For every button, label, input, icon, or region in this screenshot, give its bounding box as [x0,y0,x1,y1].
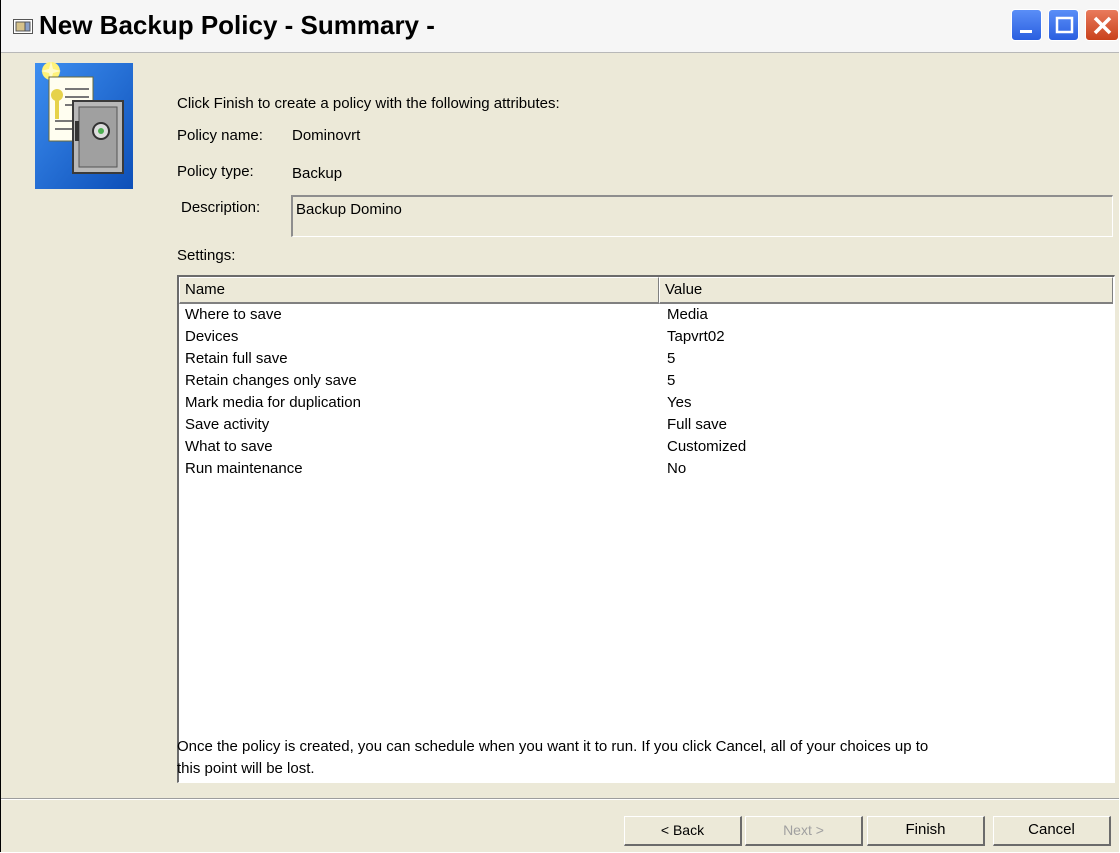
table-header: Name Value [179,277,1113,304]
maximize-button[interactable] [1048,9,1079,41]
wizard-body: Click Finish to create a policy with the… [1,53,1119,798]
description-field: Backup Domino [291,195,1113,237]
minimize-button[interactable] [1011,9,1042,41]
table-row[interactable]: Where to save Media [179,306,1113,328]
setting-name-cell: Devices [185,328,239,345]
table-row[interactable]: Run maintenance No [179,460,1113,482]
back-button[interactable]: < Back [624,816,742,846]
setting-value-cell: No [667,460,687,477]
description-label: Description: [181,199,261,216]
setting-name-cell: Run maintenance [185,460,303,477]
policy-window-icon [13,19,33,34]
footer-note-line-2: this point will be lost. [177,760,315,777]
next-button[interactable]: Next > [745,816,863,846]
column-header-value[interactable]: Value [659,277,1113,304]
intro-text: Click Finish to create a policy with the… [177,95,560,112]
setting-value-cell: Media [667,306,708,323]
settings-table[interactable]: Name Value Where to save Media Devices Tapv… [177,275,1115,783]
footer-note: Once the policy is created, you can sche… [177,736,1112,780]
setting-value-cell: Customized [667,438,747,455]
setting-name-cell: Retain changes only save [185,372,357,389]
close-button[interactable] [1085,9,1119,41]
button-bar: < Back Next > Finish Cancel [1,800,1119,852]
settings-label: Settings: [177,247,236,264]
setting-name-cell: Retain full save [185,350,288,367]
table-row[interactable]: Mark media for duplication Yes [179,394,1113,416]
table-row[interactable]: Retain changes only save 5 [179,372,1113,394]
close-icon [1093,16,1112,35]
table-row[interactable]: Devices Tapvrt02 [179,328,1113,350]
table-row[interactable]: Retain full save 5 [179,350,1113,372]
minimize-icon [1020,30,1032,33]
column-header-name[interactable]: Name [179,277,659,304]
setting-value-cell: 5 [667,350,676,367]
setting-name-cell: Where to save [185,306,282,323]
setting-value-cell: Yes [667,394,692,411]
policy-type-value: Backup [292,165,343,182]
window-title: New Backup Policy - Summary - [39,10,435,40]
setting-name-cell: What to save [185,438,273,455]
maximize-icon [1055,16,1074,34]
footer-note-line-1: Once the policy is created, you can sche… [177,738,929,755]
cancel-button[interactable]: Cancel [993,816,1111,846]
setting-name-cell: Save activity [185,416,270,433]
policy-name-label: Policy name: [177,127,263,144]
setting-value-cell: 5 [667,372,676,389]
finish-button[interactable]: Finish [867,816,985,846]
title-bar[interactable]: New Backup Policy - Summary - [1,0,1119,53]
dialog-window: New Backup Policy - Summary - Click Fini… [0,0,1119,852]
backup-safe-icon [35,61,133,189]
setting-name-cell: Mark media for duplication [185,394,361,411]
policy-name-value: Dominovrt [292,127,361,144]
table-row[interactable]: Save activity Full save [179,416,1113,438]
setting-value-cell: Tapvrt02 [667,328,725,345]
table-row[interactable]: What to save Customized [179,438,1113,460]
policy-type-label: Policy type: [177,163,254,180]
setting-value-cell: Full save [667,416,728,433]
